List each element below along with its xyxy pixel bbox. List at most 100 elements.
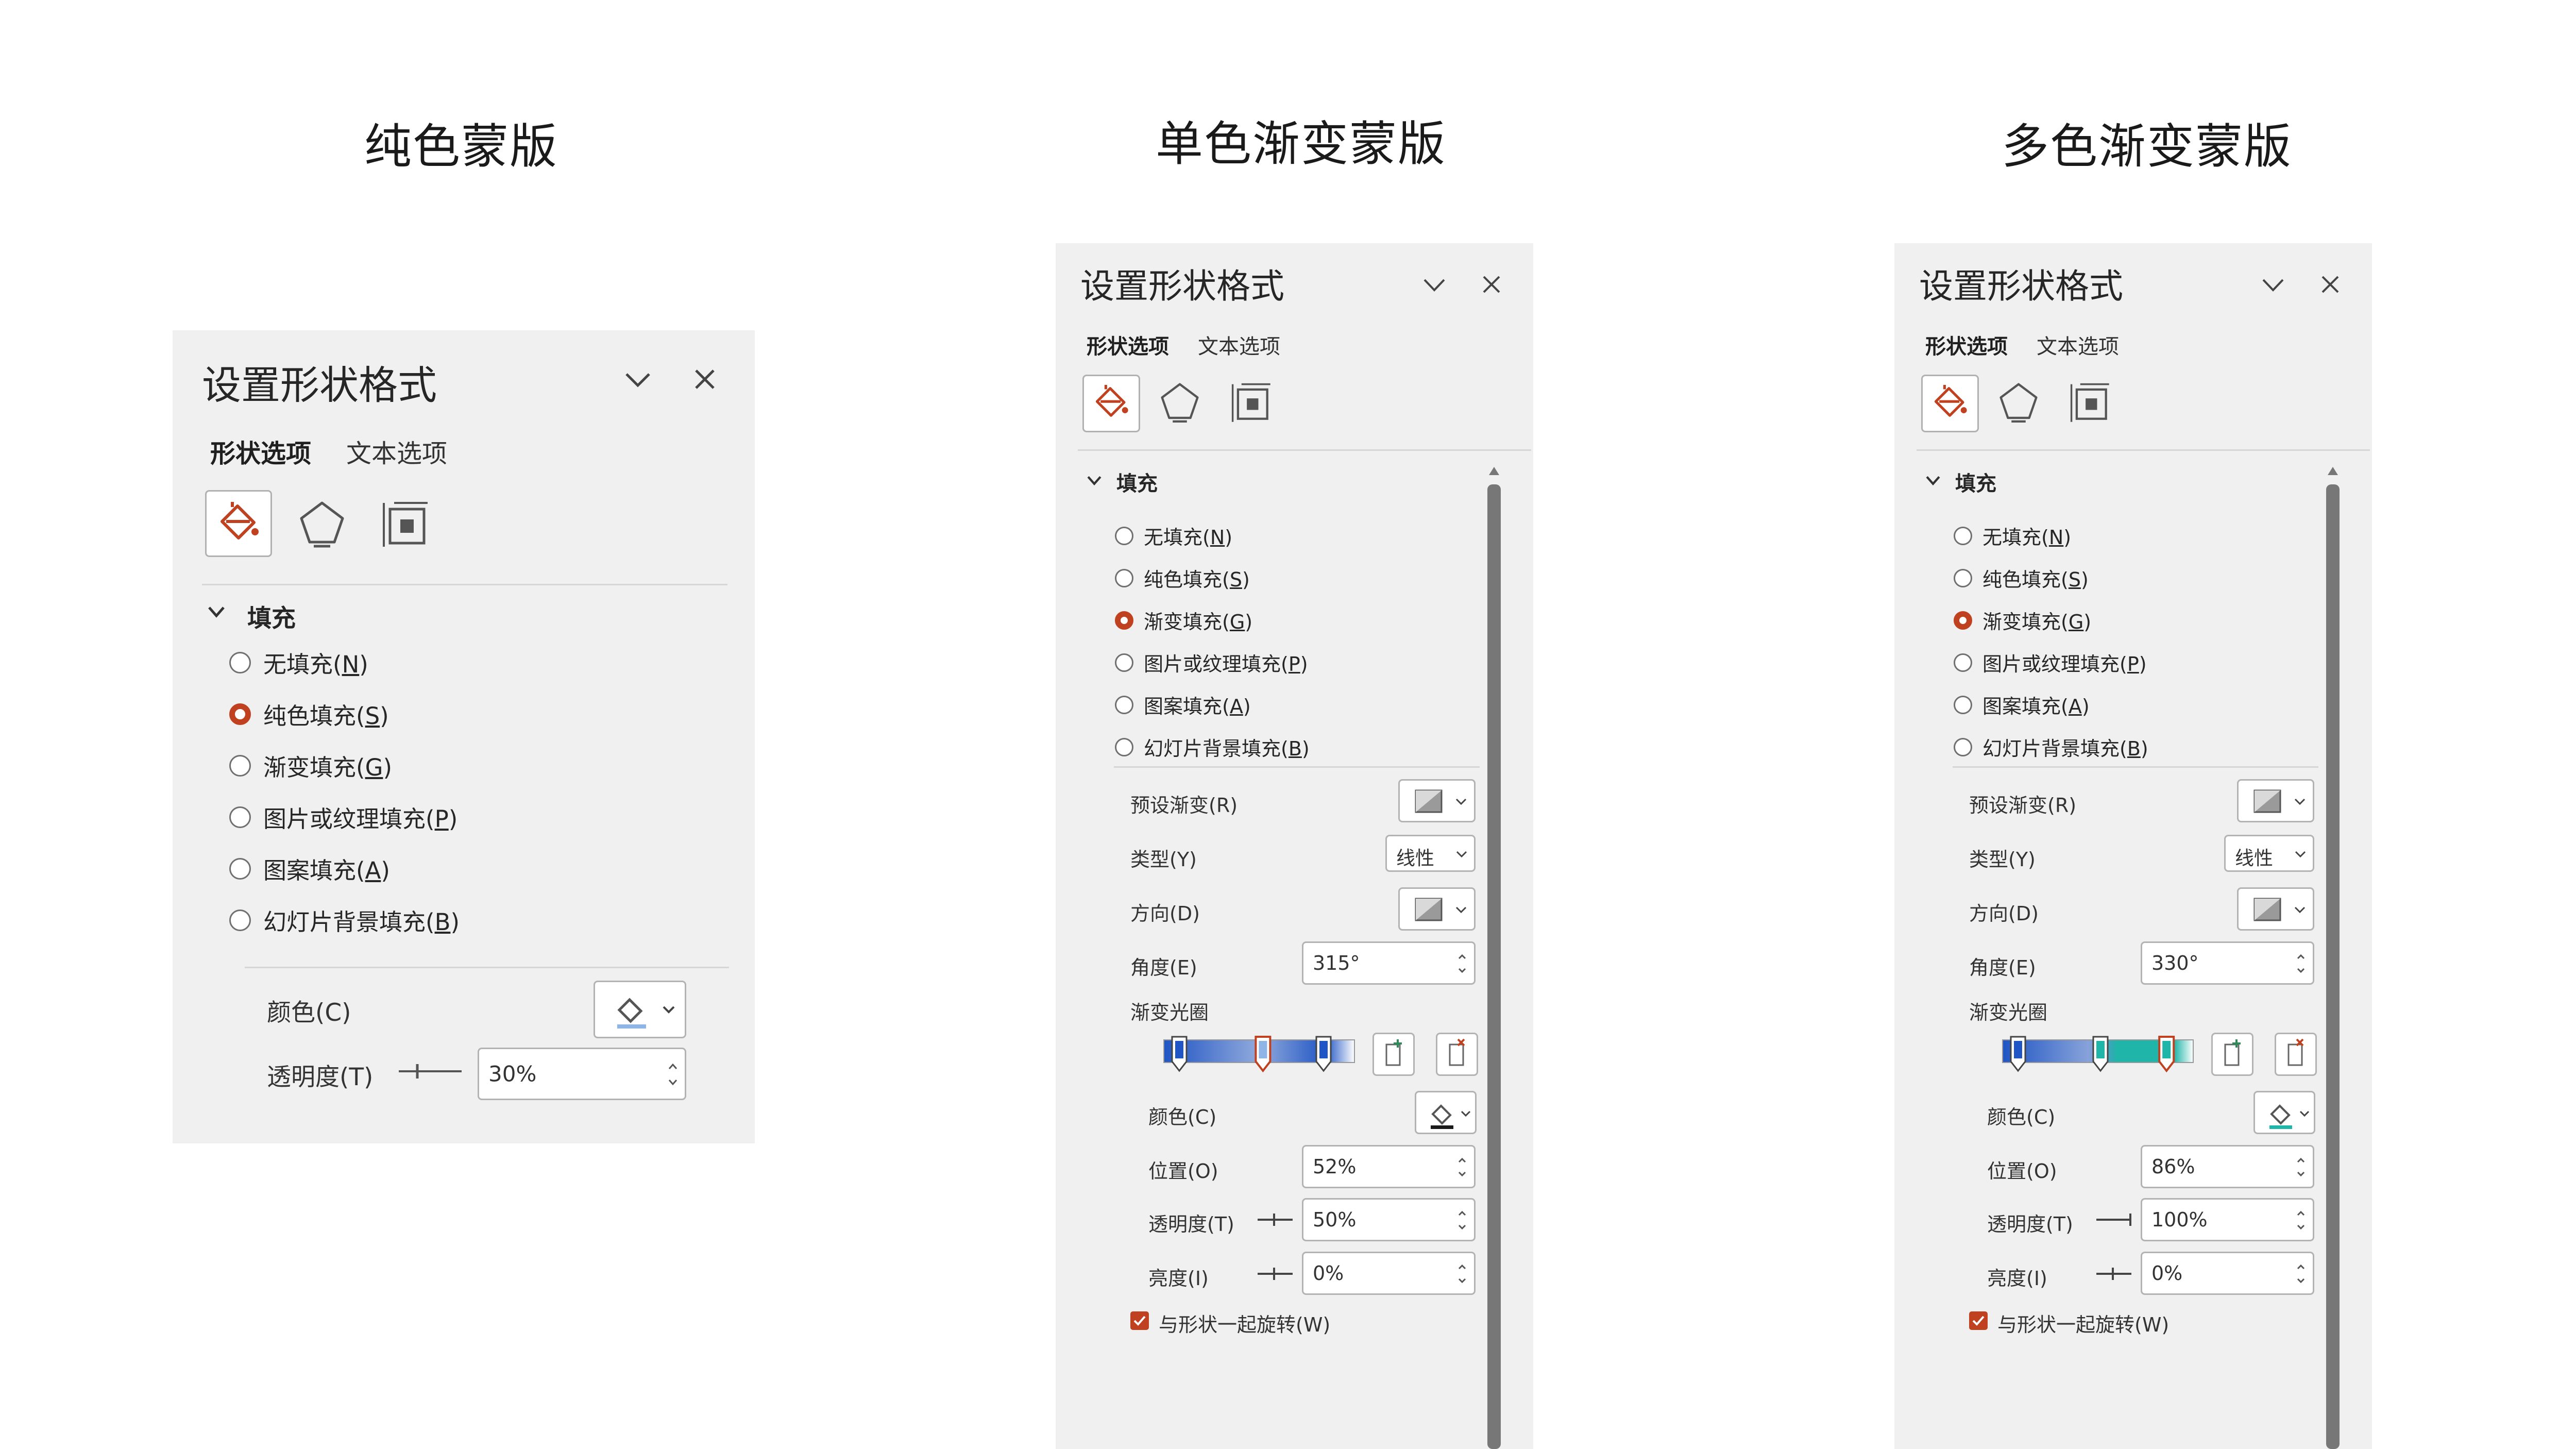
gradient-stops-bar[interactable] (1159, 1036, 1365, 1079)
effects-pentagon-icon[interactable] (296, 498, 348, 549)
radio-selected[interactable] (1115, 611, 1133, 630)
fill-option-radio-row[interactable]: 幻灯片背景填充(B) (229, 903, 460, 937)
fill-option-radio-row[interactable]: 渐变填充(G) (1954, 606, 2091, 634)
color-picker-button[interactable] (1415, 1091, 1477, 1134)
fill-line-category-button[interactable] (1921, 375, 1979, 432)
radio-button[interactable] (1115, 653, 1133, 672)
preset-gradient-dropdown[interactable] (1398, 779, 1476, 822)
color-picker-button[interactable] (2253, 1091, 2315, 1134)
fill-option-radio-row[interactable]: 图案填充(A) (1115, 690, 1251, 719)
spinner-arrows-icon[interactable] (2294, 1200, 2308, 1241)
fill-option-radio-row[interactable]: 图案填充(A) (229, 852, 390, 885)
gradient-stops-bar[interactable] (1997, 1036, 2204, 1079)
brightness-input[interactable]: 0% (1302, 1252, 1476, 1295)
fill-line-category-button[interactable] (205, 490, 272, 557)
fill-option-radio-row[interactable]: 纯色填充(S) (1954, 564, 2089, 592)
rotate-with-shape-checkbox[interactable] (1130, 1311, 1149, 1330)
fill-option-radio-row[interactable]: 图片或纹理填充(P) (229, 800, 457, 834)
angle-input[interactable]: 315° (1302, 941, 1476, 985)
remove-gradient-stop-button[interactable] (2275, 1033, 2317, 1076)
chevron-down-icon[interactable] (206, 604, 227, 620)
transparency-slider[interactable] (2094, 1212, 2133, 1229)
tab-text-options[interactable]: 文本选项 (346, 433, 447, 470)
radio-button[interactable] (1954, 526, 1972, 545)
tab-text-options[interactable]: 文本选项 (1198, 330, 1280, 360)
close-icon[interactable] (2320, 274, 2341, 295)
radio-button[interactable] (229, 857, 251, 880)
fill-option-radio-row[interactable]: 图片或纹理填充(P) (1954, 648, 2147, 677)
fill-option-radio-row[interactable]: 无填充(N) (1115, 521, 1232, 550)
close-icon[interactable] (693, 367, 717, 391)
transparency-slider-icon[interactable] (397, 1061, 464, 1082)
effects-pentagon-icon[interactable] (1996, 380, 2041, 424)
tab-text-options[interactable]: 文本选项 (2037, 330, 2119, 360)
brightness-slider[interactable] (1256, 1266, 1295, 1284)
spinner-arrows-icon[interactable] (2294, 1147, 2308, 1188)
scrollbar[interactable] (2326, 484, 2340, 1449)
transparency-input[interactable]: 100% (2141, 1198, 2314, 1241)
size-properties-icon[interactable] (379, 498, 430, 549)
direction-dropdown[interactable] (1398, 887, 1476, 931)
brightness-slider[interactable] (2094, 1266, 2133, 1284)
color-picker-button[interactable] (594, 981, 686, 1038)
remove-gradient-stop-button[interactable] (1436, 1033, 1478, 1076)
spinner-arrows-icon[interactable] (2294, 1253, 2308, 1294)
transparency-input[interactable]: 30% (478, 1048, 686, 1100)
size-properties-icon[interactable] (2067, 380, 2111, 424)
spinner-arrows-icon[interactable] (1455, 1200, 1469, 1241)
radio-button[interactable] (229, 806, 251, 828)
tab-shape-options[interactable]: 形状选项 (210, 433, 311, 470)
scroll-up-arrow-icon[interactable] (1487, 464, 1501, 478)
radio-button[interactable] (1954, 568, 1972, 587)
spinner-arrows-icon[interactable] (666, 1049, 680, 1099)
rotate-with-shape-checkbox[interactable] (1969, 1311, 1988, 1330)
transparency-slider[interactable] (1256, 1212, 1295, 1229)
fill-option-radio-row[interactable]: 图片或纹理填充(P) (1115, 648, 1308, 677)
fill-option-radio-row[interactable]: 纯色填充(S) (1115, 564, 1250, 592)
type-dropdown[interactable]: 线性 (1385, 835, 1476, 872)
type-dropdown[interactable]: 线性 (2224, 835, 2314, 872)
fill-option-radio-row[interactable]: 幻灯片背景填充(B) (1954, 733, 2148, 761)
fill-option-radio-row[interactable]: 渐变填充(G) (1115, 606, 1252, 634)
position-input[interactable]: 52% (1302, 1145, 1476, 1188)
radio-button[interactable] (1954, 653, 1972, 672)
chevron-down-icon[interactable] (1924, 474, 1942, 487)
fill-line-category-button[interactable] (1082, 375, 1140, 432)
brightness-input[interactable]: 0% (2141, 1252, 2314, 1295)
add-gradient-stop-button[interactable] (1372, 1033, 1415, 1076)
spinner-arrows-icon[interactable] (1455, 1253, 1469, 1294)
fill-option-radio-row[interactable]: 幻灯片背景填充(B) (1115, 733, 1310, 761)
radio-button[interactable] (1954, 737, 1972, 756)
radio-button[interactable] (229, 651, 251, 673)
radio-button[interactable] (1115, 568, 1133, 587)
fill-option-radio-row[interactable]: 无填充(N) (1954, 521, 2071, 550)
radio-button[interactable] (1115, 695, 1133, 714)
section-fill-header[interactable]: 填充 (1116, 467, 1158, 497)
spinner-arrows-icon[interactable] (1455, 943, 1469, 984)
chevron-down-icon[interactable] (1421, 276, 1447, 293)
spinner-arrows-icon[interactable] (2294, 943, 2308, 984)
tab-shape-options[interactable]: 形状选项 (1925, 330, 2008, 360)
chevron-down-icon[interactable] (2260, 276, 2286, 293)
section-fill-header[interactable]: 填充 (1955, 467, 1996, 497)
add-gradient-stop-button[interactable] (2211, 1033, 2253, 1076)
close-icon[interactable] (1481, 274, 1502, 295)
radio-button[interactable] (1954, 695, 1972, 714)
chevron-down-icon[interactable] (1086, 474, 1103, 487)
transparency-input[interactable]: 50% (1302, 1198, 1476, 1241)
angle-input[interactable]: 330° (2141, 941, 2314, 985)
effects-pentagon-icon[interactable] (1158, 380, 1202, 424)
fill-option-radio-row[interactable]: 纯色填充(S) (229, 697, 389, 731)
fill-option-radio-row[interactable]: 渐变填充(G) (229, 749, 392, 782)
fill-option-radio-row[interactable]: 无填充(N) (229, 646, 368, 679)
scroll-up-arrow-icon[interactable] (2326, 464, 2340, 478)
chevron-down-icon[interactable] (622, 369, 653, 390)
preset-gradient-dropdown[interactable] (2237, 779, 2314, 822)
spinner-arrows-icon[interactable] (1455, 1147, 1469, 1188)
position-input[interactable]: 86% (2141, 1145, 2314, 1188)
tab-shape-options[interactable]: 形状选项 (1087, 330, 1169, 360)
section-fill-header[interactable]: 填充 (247, 598, 296, 634)
direction-dropdown[interactable] (2237, 887, 2314, 931)
radio-button[interactable] (1115, 526, 1133, 545)
size-properties-icon[interactable] (1228, 380, 1273, 424)
